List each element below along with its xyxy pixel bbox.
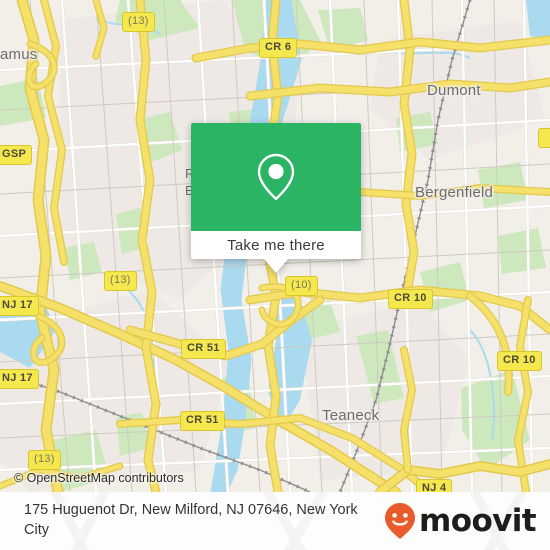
road-shield: CR 51 bbox=[181, 339, 226, 359]
road-shield: (13) bbox=[104, 271, 137, 291]
road-shield: CR 10 bbox=[388, 289, 433, 309]
footer-bar: 175 Huguenot Dr, New Milford, NJ 07646, … bbox=[0, 492, 550, 550]
osm-attribution: © OpenStreetMap contributors bbox=[14, 471, 184, 485]
road-shield: (13) bbox=[28, 450, 61, 470]
card-pointer-tail bbox=[264, 259, 288, 273]
map-pin-icon bbox=[257, 153, 295, 201]
location-callout-card[interactable]: Take me there bbox=[191, 123, 361, 273]
road-shield: NJ 4 bbox=[416, 479, 453, 492]
road-shield: (10) bbox=[285, 276, 318, 296]
road-shield: GSP bbox=[0, 145, 33, 165]
moovit-smiling-pin-icon bbox=[385, 503, 416, 539]
footer-content: 175 Huguenot Dr, New Milford, NJ 07646, … bbox=[0, 492, 550, 550]
road-shield: NJ 17 bbox=[0, 369, 39, 389]
road-shield: CR 6 bbox=[259, 38, 298, 58]
take-me-there-label: Take me there bbox=[227, 236, 325, 254]
road-shield: (13) bbox=[122, 12, 155, 32]
moovit-logo: moovit bbox=[383, 502, 537, 540]
take-me-there-button[interactable]: Take me there bbox=[191, 231, 361, 259]
address-text: 175 Huguenot Dr, New Milford, NJ 07646, … bbox=[24, 502, 358, 538]
road-shield: CR 51 bbox=[180, 411, 225, 431]
moovit-map-screenshot: .rd { fill:none; stroke:#f5e06a; stroke-… bbox=[0, 0, 550, 550]
card-icon-area bbox=[191, 123, 361, 231]
road-shield-clipped bbox=[538, 128, 550, 148]
road-shield: NJ 17 bbox=[0, 296, 39, 316]
road-shield: CR 10 bbox=[497, 351, 542, 371]
moovit-wordmark: moovit bbox=[419, 502, 537, 539]
